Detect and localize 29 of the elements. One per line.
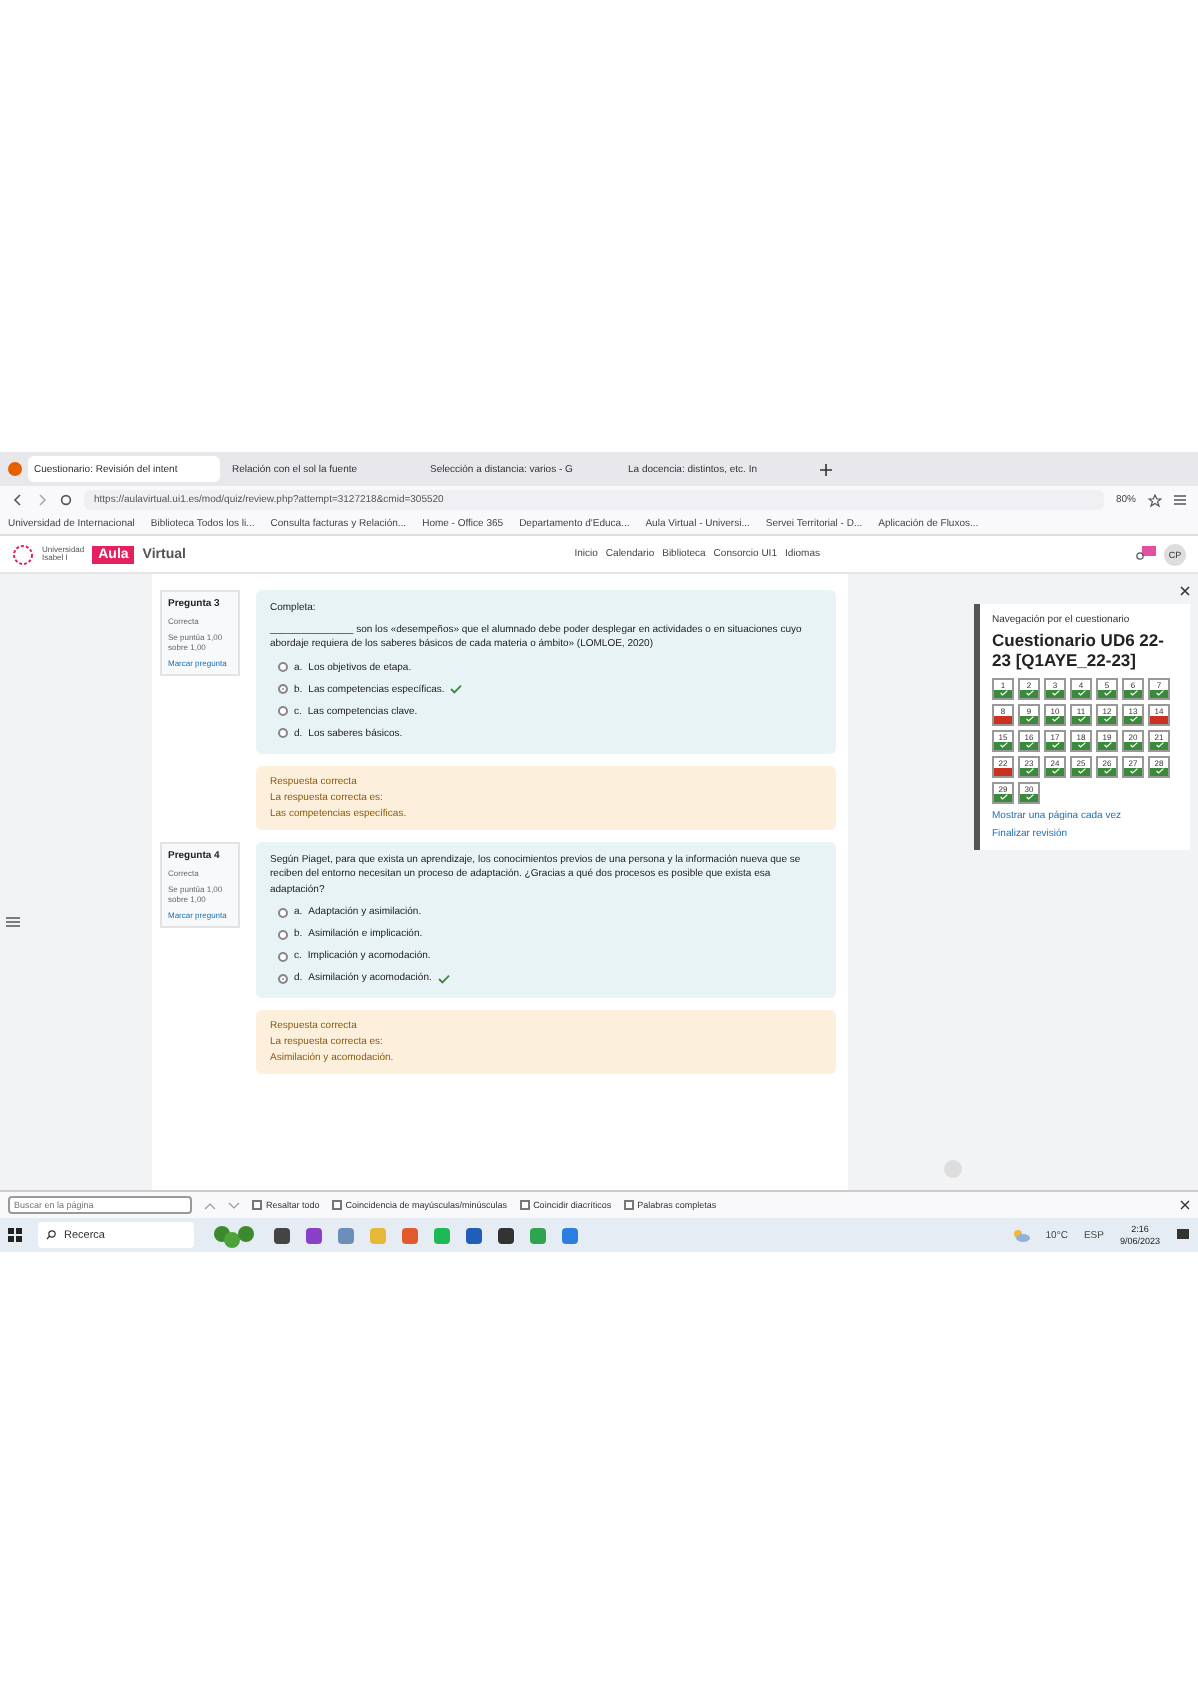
radio-button[interactable] xyxy=(278,951,288,961)
reload-icon[interactable] xyxy=(60,494,72,506)
radio-button[interactable] xyxy=(278,728,288,738)
chevron-down-icon[interactable] xyxy=(228,1201,240,1209)
radio-button[interactable] xyxy=(278,684,288,694)
list-icon[interactable] xyxy=(6,916,20,928)
search-icon xyxy=(46,1230,56,1240)
university-logo-icon xyxy=(12,543,34,565)
close-icon[interactable] xyxy=(1180,1200,1190,1210)
check-icon xyxy=(450,684,463,694)
radio-button[interactable] xyxy=(278,907,288,917)
back-icon[interactable] xyxy=(12,494,24,506)
windows-icon[interactable] xyxy=(8,1228,22,1242)
close-icon[interactable] xyxy=(1180,586,1190,596)
quiz-title: Cuestionario UD6 22-23 [Q1AYE_22-23] xyxy=(992,632,1166,672)
radio-button[interactable] xyxy=(278,662,288,672)
notification-icon[interactable] xyxy=(1176,1228,1190,1242)
radio-button[interactable] xyxy=(278,973,288,983)
star-icon[interactable] xyxy=(1148,493,1162,507)
radio-button[interactable] xyxy=(278,706,288,716)
chevron-up-icon[interactable] xyxy=(204,1201,216,1209)
new-tab-icon[interactable] xyxy=(820,463,832,475)
menu-icon[interactable] xyxy=(1174,494,1186,506)
check-icon xyxy=(437,973,450,983)
browser-logo-icon xyxy=(8,462,22,476)
radio-button[interactable] xyxy=(278,929,288,939)
forward-icon[interactable] xyxy=(36,494,48,506)
clover-icon xyxy=(210,1223,258,1247)
weather-icon xyxy=(1011,1228,1030,1242)
